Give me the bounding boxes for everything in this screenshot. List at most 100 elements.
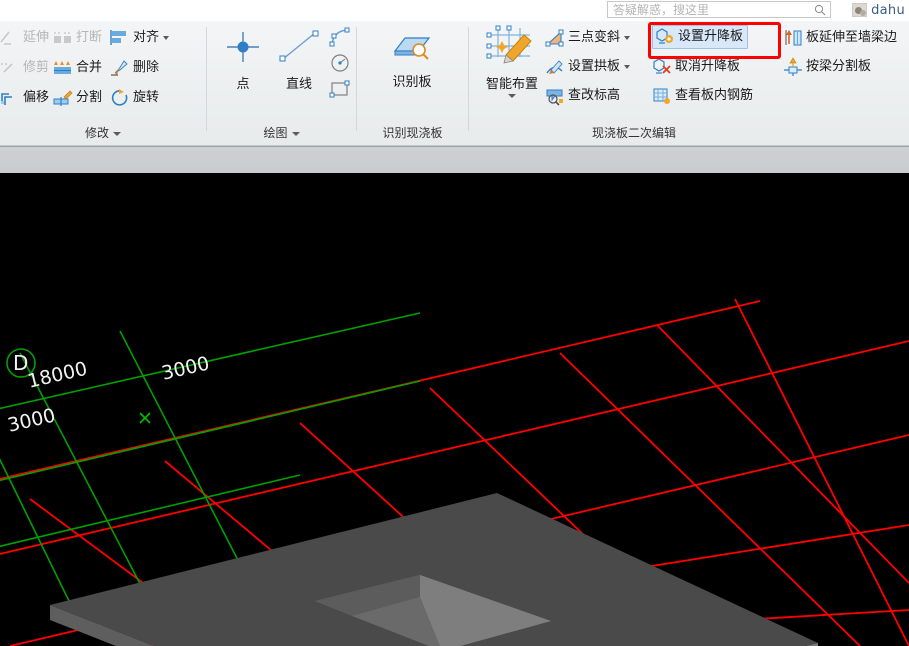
command-point[interactable]: 点 [215, 27, 271, 92]
chevron-down-icon[interactable] [113, 131, 121, 136]
command-rotate[interactable]: 旋转 [110, 85, 159, 111]
command-offset[interactable]: 偏移 [0, 85, 49, 111]
command-cancel-raise-lower-slab[interactable]: 取消升降板 [652, 54, 740, 80]
command-align[interactable]: 对齐 [110, 25, 170, 51]
command-label: 查改标高 [568, 88, 621, 103]
command-set-raise-lower-slab[interactable]: 设置升降板 [652, 25, 749, 49]
ribbon-group-recognize-slab: 识别板 识别现浇板 [357, 21, 468, 145]
extend-slab-to-wall-beam-icon [783, 28, 803, 48]
command-line[interactable]: 直线 [269, 27, 329, 92]
delete-icon [110, 58, 130, 78]
chevron-down-icon[interactable] [163, 36, 170, 40]
group-label-text: 识别现浇板 [382, 126, 443, 140]
command-label: 点 [236, 77, 250, 92]
application-window: 答疑解惑，搜这里 dahu 延伸 修剪 偏移 打断 合并 分割 对齐 删除 旋转… [0, 0, 909, 646]
command-split-slab-by-beam[interactable]: 按梁分割板 [783, 54, 871, 80]
chevron-down-icon[interactable] [291, 131, 300, 136]
ribbon-group-draw: 点 直线 绘图 [207, 21, 356, 145]
command-label: 延伸 [23, 30, 50, 45]
command-label: 按梁分割板 [806, 59, 872, 74]
arc-icon [329, 26, 350, 47]
command-delete[interactable]: 删除 [110, 55, 159, 81]
recognize-slab-icon [389, 37, 435, 69]
command-extend-slab-to-wall-beam[interactable]: 板延伸至墙梁边 [783, 25, 897, 51]
group-label-text: 绘图 [263, 126, 288, 140]
viewport-canvas [0, 298, 909, 646]
check-elevation-icon [545, 86, 565, 106]
view-slab-rebar-icon [652, 86, 672, 106]
command-break[interactable]: 打断 [53, 25, 102, 51]
rectangle-icon [329, 78, 350, 98]
command-split[interactable]: 分割 [53, 85, 102, 111]
set-raise-lower-slab-icon [655, 27, 675, 47]
user-account[interactable]: dahu [852, 1, 905, 19]
command-view-slab-rebar[interactable]: 查看板内钢筋 [652, 83, 753, 109]
group-label-text: 现浇板二次编辑 [591, 126, 676, 140]
group-label-draw[interactable]: 绘图 [207, 124, 356, 141]
command-label: 板延伸至墙梁边 [806, 30, 898, 45]
command-label: 智能布置 [485, 77, 538, 92]
command-trim[interactable]: 修剪 [0, 55, 49, 81]
command-label: 分割 [76, 90, 103, 105]
top-bar: 答疑解惑，搜这里 dahu [0, 0, 909, 22]
line-icon [273, 30, 325, 71]
user-name[interactable]: dahu [871, 3, 905, 18]
command-arc[interactable] [329, 23, 352, 49]
group-label-slab-secondary-edit: 现浇板二次编辑 [469, 124, 799, 141]
command-recognize-slab[interactable]: 识别板 [379, 31, 445, 90]
command-label: 偏移 [23, 90, 50, 105]
command-label: 修剪 [23, 60, 50, 75]
user-avatar-icon [852, 3, 868, 17]
command-label: 设置拱板 [568, 59, 621, 74]
cancel-raise-lower-slab-icon [652, 57, 672, 77]
search-icon[interactable] [814, 4, 826, 16]
rotate-icon [110, 88, 130, 108]
command-rectangle[interactable] [329, 75, 352, 101]
circle-icon [329, 52, 349, 72]
chevron-down-icon[interactable] [624, 65, 631, 69]
group-label-text: 修改 [84, 126, 109, 140]
merge-icon [53, 58, 73, 78]
command-label: 合并 [76, 60, 103, 75]
search-box[interactable]: 答疑解惑，搜这里 [607, 1, 831, 18]
split-icon [53, 88, 73, 108]
smart-layout-icon [486, 25, 538, 71]
command-smart-layout[interactable]: 智能布置 [476, 25, 548, 98]
command-label: 查看板内钢筋 [675, 88, 754, 103]
extend-icon [0, 28, 20, 48]
point-icon [220, 32, 266, 71]
ribbon-group-slab-secondary-edit: 智能布置 三点变斜 设置拱板 查改标高 设置升降板 取消升降板 查看板内钢筋 板… [469, 21, 909, 145]
grid-intersection-marker [139, 412, 151, 424]
command-label: 直线 [285, 77, 312, 92]
align-icon [110, 28, 130, 48]
command-label: 打断 [76, 30, 103, 45]
command-check-elevation[interactable]: 查改标高 [545, 83, 620, 109]
command-three-point-slope[interactable]: 三点变斜 [545, 25, 631, 51]
command-label: 旋转 [133, 90, 160, 105]
command-label: 对齐 [133, 30, 160, 45]
search-input-placeholder[interactable]: 答疑解惑，搜这里 [613, 3, 709, 18]
command-extend[interactable]: 延伸 [0, 25, 49, 51]
command-label: 设置升降板 [678, 29, 744, 44]
command-set-arch-slab[interactable]: 设置拱板 [545, 54, 631, 80]
group-label-recognize-slab: 识别现浇板 [357, 124, 468, 141]
secondary-toolbar [0, 146, 909, 175]
split-slab-by-beam-icon [783, 57, 803, 77]
chevron-down-icon[interactable] [508, 94, 516, 98]
command-label: 删除 [133, 60, 160, 75]
offset-icon [0, 88, 20, 108]
model-viewport-3d[interactable]: D 18000 3000 3000 [0, 173, 909, 646]
ribbon-group-modify: 延伸 修剪 偏移 打断 合并 分割 对齐 删除 旋转 修改 [0, 21, 206, 145]
command-circle[interactable] [329, 49, 352, 75]
ribbon: 延伸 修剪 偏移 打断 合并 分割 对齐 删除 旋转 修改 点 直线 绘图 识别… [0, 21, 909, 146]
three-point-slope-icon [545, 28, 565, 48]
set-arch-slab-icon [545, 57, 565, 77]
command-label: 三点变斜 [568, 30, 621, 45]
chevron-down-icon[interactable] [624, 36, 631, 40]
break-icon [53, 28, 73, 48]
command-merge[interactable]: 合并 [53, 55, 102, 81]
trim-icon [0, 58, 20, 78]
command-label: 识别板 [392, 75, 432, 90]
group-label-modify[interactable]: 修改 [0, 124, 206, 141]
command-label: 取消升降板 [675, 59, 741, 74]
